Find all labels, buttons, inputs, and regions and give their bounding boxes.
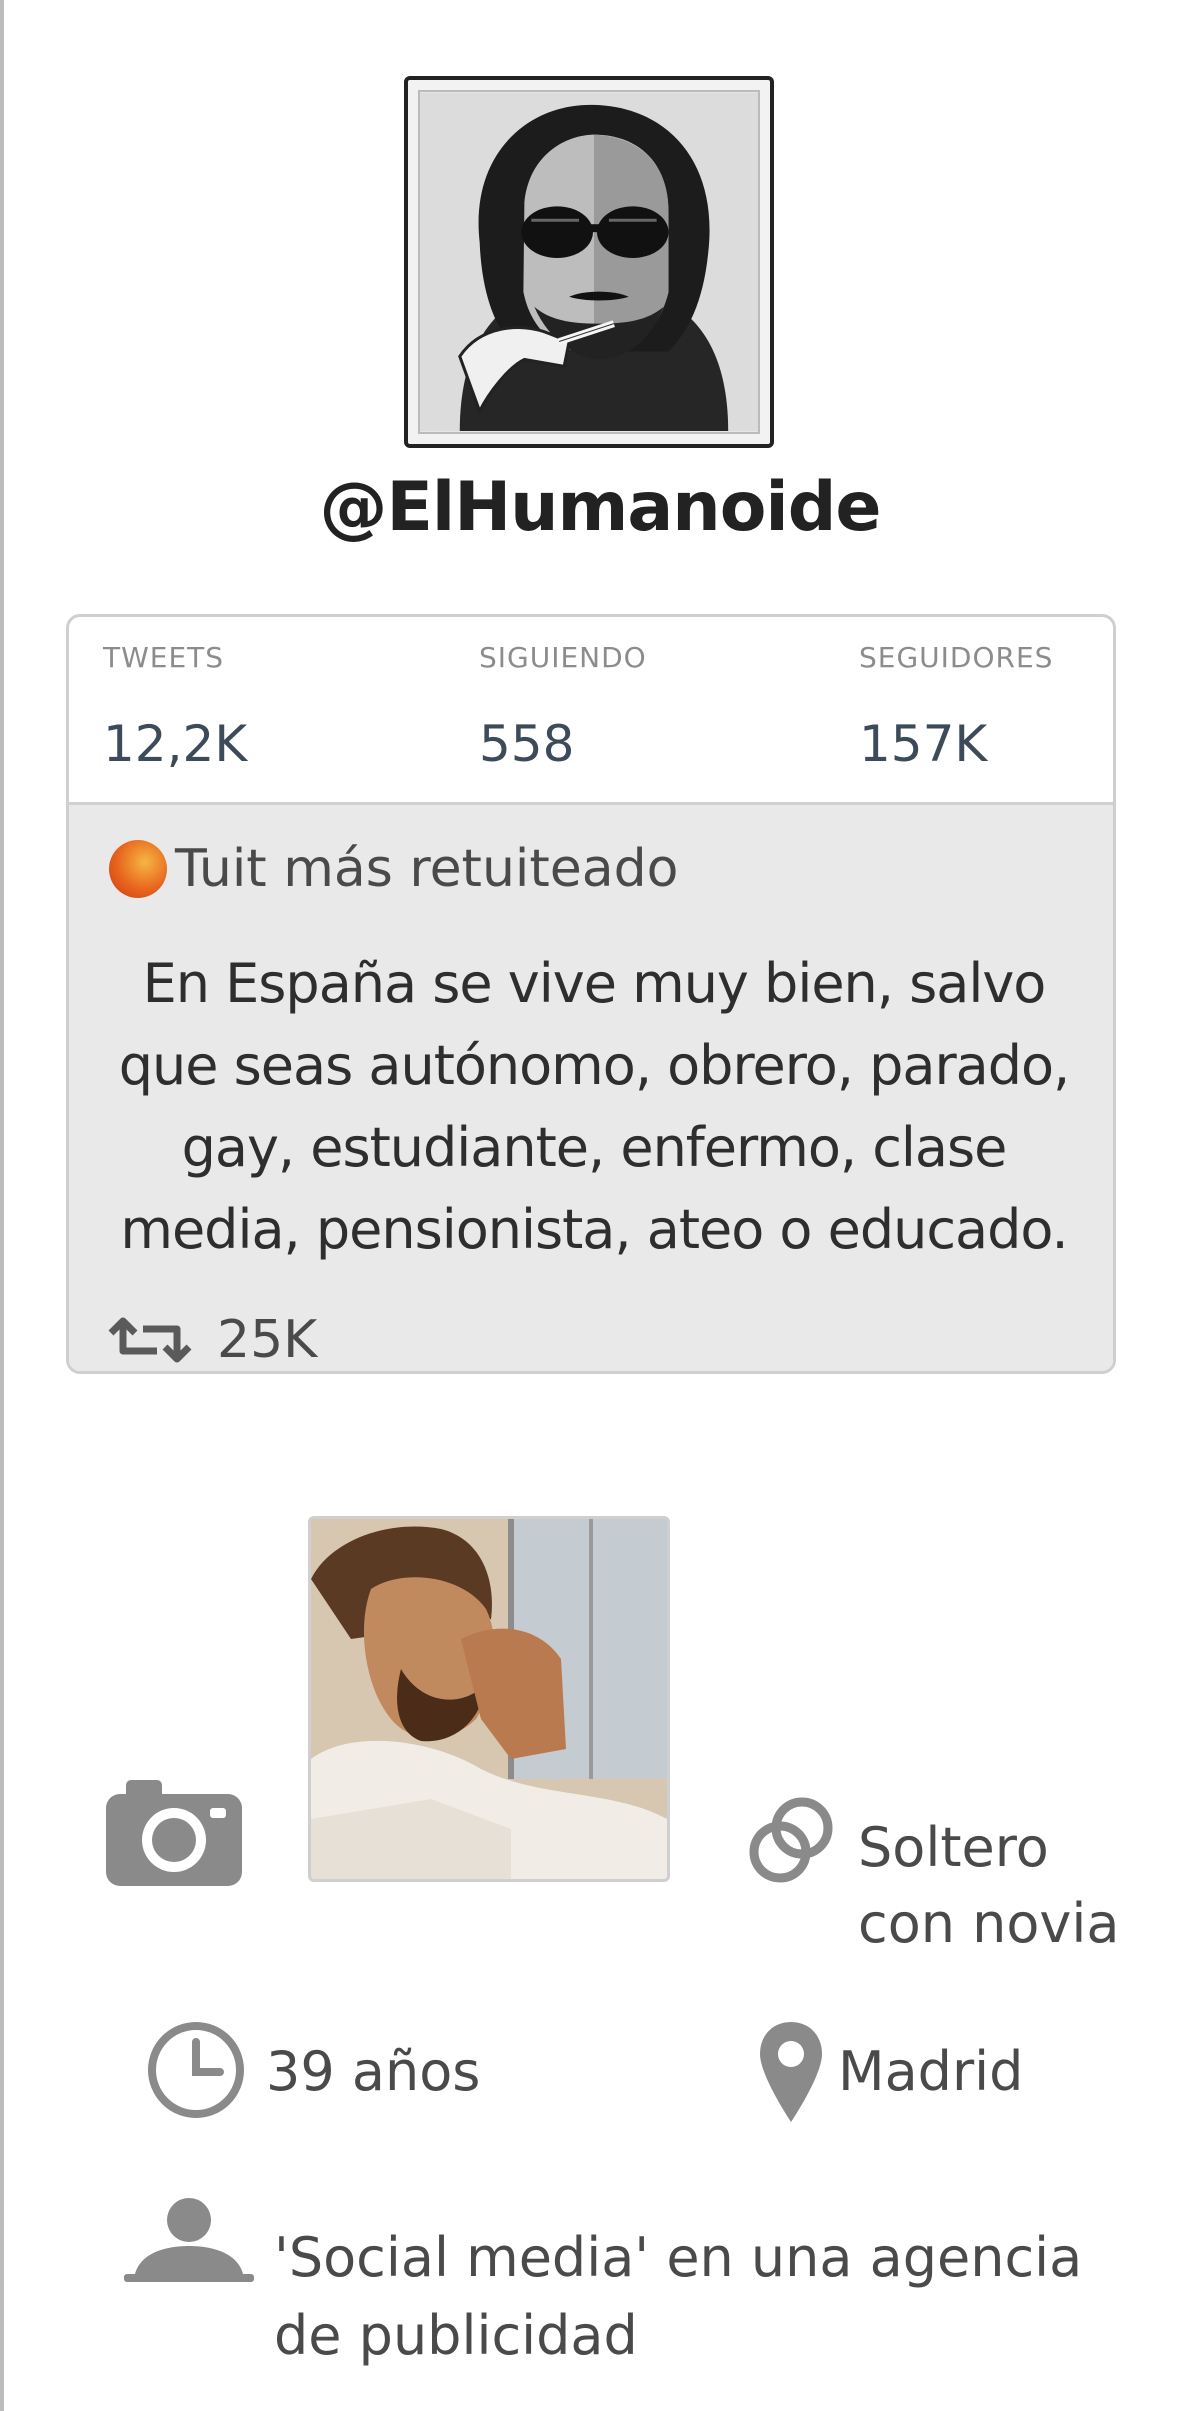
profile-card: TWEETS 12,2K SIGUIENDO 558 SEGUIDORES 15… bbox=[66, 614, 1116, 1374]
relationship-line2: con novia bbox=[858, 1892, 1120, 1955]
tweet-line: gay, estudiante, enfermo, clase bbox=[181, 1116, 1008, 1179]
location-pin-icon bbox=[760, 2022, 822, 2122]
left-border bbox=[0, 0, 4, 2411]
top-tweet-header: Tuit más retuiteado bbox=[109, 839, 678, 899]
profile-handle[interactable]: @ElHumanoide bbox=[0, 468, 1200, 547]
stat-value: 12,2K bbox=[103, 715, 248, 773]
top-tweet[interactable]: Tuit más retuiteado En España se vive mu… bbox=[69, 805, 1113, 1371]
retweet-count: 25K bbox=[105, 1310, 317, 1370]
rings-icon bbox=[749, 1797, 833, 1883]
portrait-image bbox=[311, 1519, 667, 1879]
stat-label: TWEETS bbox=[103, 641, 225, 674]
tweet-line: que seas autónomo, obrero, parado, bbox=[118, 1034, 1070, 1097]
retweet-icon bbox=[108, 1317, 192, 1363]
stat-value: 558 bbox=[479, 715, 575, 773]
job-line2: de publicidad bbox=[274, 2304, 638, 2367]
location-text: Madrid bbox=[838, 2040, 1024, 2103]
job-line1: 'Social media' en una agencia bbox=[274, 2226, 1083, 2289]
top-tweet-heading: Tuit más retuiteado bbox=[175, 839, 679, 899]
tweet-line: media, pensionista, ateo o educado. bbox=[120, 1198, 1068, 1261]
photo-portrait[interactable] bbox=[308, 1516, 670, 1882]
clock-icon bbox=[148, 2022, 244, 2118]
stat-label: SEGUIDORES bbox=[859, 641, 1054, 674]
camera-icon[interactable] bbox=[106, 1780, 242, 1886]
illustrated-avatar bbox=[420, 93, 758, 431]
person-icon bbox=[124, 2198, 254, 2282]
top-tweet-text: En España se vive muy bien, salvo que se… bbox=[99, 943, 1089, 1271]
stats-row: TWEETS 12,2K SIGUIENDO 558 SEGUIDORES 15… bbox=[69, 617, 1113, 805]
stat-value: 157K bbox=[859, 715, 988, 773]
profile-avatar[interactable] bbox=[404, 76, 774, 448]
relationship-line1: Soltero bbox=[858, 1816, 1049, 1879]
age-text: 39 años bbox=[266, 2040, 481, 2103]
tweet-line: En España se vive muy bien, salvo bbox=[142, 952, 1047, 1015]
retweet-value: 25K bbox=[217, 1310, 318, 1370]
stat-label: SIGUIENDO bbox=[479, 641, 647, 674]
orange-dot-icon bbox=[109, 840, 167, 898]
